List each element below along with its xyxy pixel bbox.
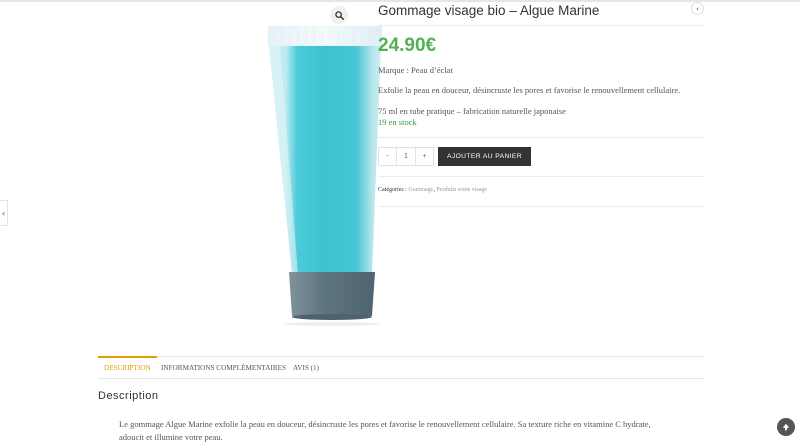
arrow-up-icon (782, 423, 790, 431)
categories-label: Catégories : (378, 187, 407, 193)
chevron-left-icon: ‹ (696, 4, 699, 13)
description-text: adoucit et illumine votre peau. (119, 432, 223, 442)
tabs-bottom-border (98, 378, 704, 379)
zoom-button[interactable] (330, 6, 348, 24)
tab-reviews[interactable]: AVIS (1) (287, 357, 325, 378)
search-icon (334, 10, 344, 20)
quantity-plus-button[interactable]: + (416, 148, 433, 165)
stock-status: 19 en stock (378, 117, 417, 127)
description-heading: Description (98, 390, 159, 402)
product-image[interactable] (268, 26, 382, 326)
tab-description[interactable]: DESCRIPTION (98, 356, 157, 378)
divider (378, 176, 704, 177)
scroll-to-top-button[interactable] (777, 418, 795, 436)
quantity-minus-button[interactable]: - (379, 148, 396, 165)
product-brand: Marque : Peau d’éclat (378, 65, 453, 75)
next-product-button[interactable]: ‹ (691, 2, 704, 15)
product-gallery (98, 0, 382, 335)
category-link-gommage[interactable]: Gommage (408, 187, 433, 193)
product-short-description: Exfolie la peau en douceur, désincruste … (378, 85, 681, 95)
product-categories: Catégories : Gommage, Produits soins vis… (378, 187, 487, 193)
quantity-input[interactable]: 1 (396, 148, 416, 165)
divider (378, 25, 704, 26)
description-text: Le gommage Algue Marine exfolie la peau … (119, 419, 651, 429)
add-to-cart-button[interactable]: AJOUTER AU PANIER (438, 147, 531, 166)
chevron-left-icon: ‹ (1, 208, 6, 218)
divider (378, 137, 704, 138)
product-volume: 75 ml en tube pratique – fabrication nat… (378, 106, 566, 116)
product-price: 24.90€ (378, 35, 437, 56)
tab-additional-information[interactable]: INFORMATIONS COMPLÉMENTAIRES (155, 357, 292, 378)
divider (378, 206, 704, 207)
product-title: Gommage visage bio – Algue Marine (378, 3, 600, 18)
category-link-soins-visage[interactable]: Produits soins visage (436, 187, 487, 193)
prev-product-arrow[interactable]: ‹ (0, 200, 8, 226)
quantity-stepper: - 1 + (378, 147, 434, 166)
